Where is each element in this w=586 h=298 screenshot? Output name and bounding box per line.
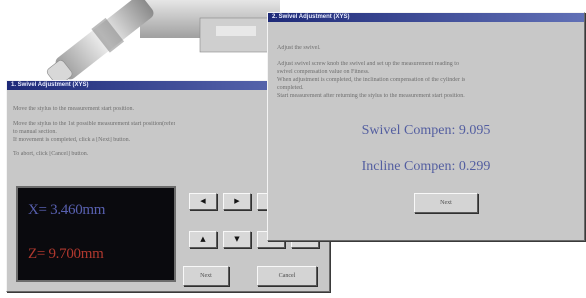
- instruction-line: Move the stylus to the 1st possible meas…: [13, 121, 176, 127]
- next-button[interactable]: Next: [183, 266, 229, 286]
- instruction-line: to manual section.: [13, 129, 57, 135]
- position-readout-display: X= 3.460mm Z= 9.700mm: [16, 186, 176, 282]
- jog-up-button[interactable]: ▲: [189, 231, 217, 248]
- swivel-adjust-dialog-step2: 2. Swivel Adjustment (XYS) Adjust the sw…: [267, 12, 585, 241]
- instruction-line: When adjustment is completed, the inclin…: [277, 77, 466, 83]
- instruction-line: completed.: [277, 85, 304, 91]
- cancel-button[interactable]: Cancel: [257, 266, 317, 286]
- stylus-photo: [46, 0, 280, 80]
- jog-left-button[interactable]: ◀: [189, 193, 217, 210]
- jog-down-button[interactable]: ▼: [223, 231, 251, 248]
- swivel-compen-value: Swivel Compen: 9.095: [361, 123, 491, 138]
- dialog-heading: Adjust the swivel.: [277, 45, 321, 51]
- x-readout: X= 3.460mm: [28, 202, 106, 218]
- jog-right-button[interactable]: ▶: [223, 193, 251, 210]
- ok-button[interactable]: Next: [414, 193, 478, 213]
- incline-compen-value: Incline Compen: 0.299: [361, 159, 491, 174]
- instruction-line: Start measurement after returning the st…: [277, 93, 465, 99]
- dialog-titlebar: 2. Swivel Adjustment (XYS): [268, 13, 584, 22]
- instruction-line: If movement is completed, click a [Next]…: [13, 137, 131, 143]
- instruction-line: Move the stylus to the measurement start…: [13, 106, 134, 112]
- instruction-line: Adjust swivel screw knob the swivel and …: [277, 61, 459, 67]
- instruction-line: swivel compensation value on Fitness.: [277, 69, 370, 75]
- z-readout: Z= 9.700mm: [28, 246, 104, 262]
- instruction-line: To abort, click [Cancel] button.: [13, 151, 89, 157]
